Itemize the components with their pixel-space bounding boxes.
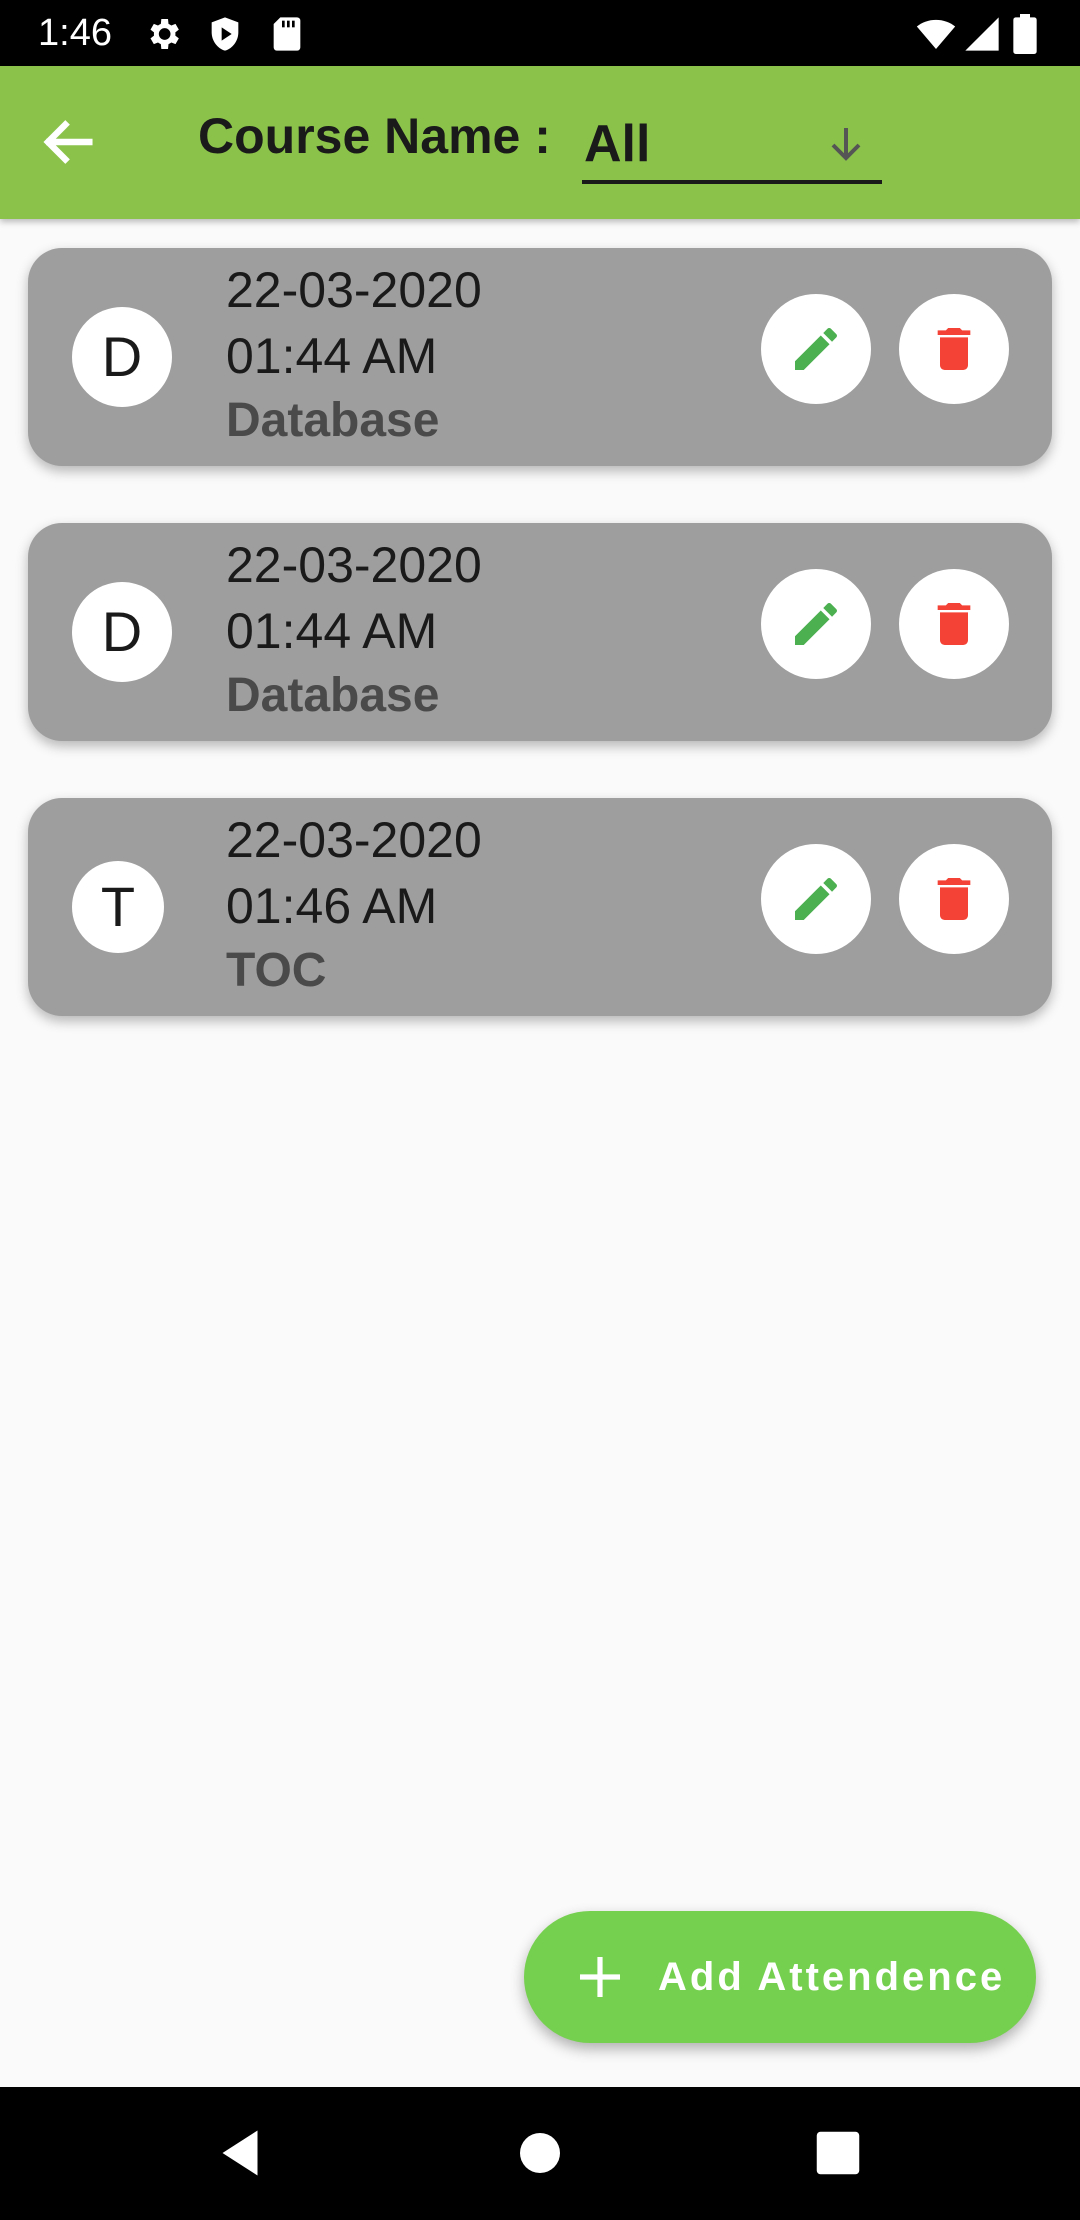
attendance-date: 22-03-2020 — [226, 537, 482, 593]
status-time: 1:46 — [38, 12, 112, 54]
arrow-back-icon[interactable] — [36, 110, 100, 174]
avatar: D — [72, 307, 172, 407]
attendance-list: D 22-03-2020 01:44 AM Database D 22-03-2… — [28, 248, 1052, 1073]
trash-icon — [937, 328, 971, 370]
trash-icon — [937, 603, 971, 645]
attendance-course: Database — [226, 669, 440, 722]
sd-card-icon — [267, 14, 307, 54]
course-dropdown-value: All — [584, 115, 651, 173]
arrow-down-icon — [822, 120, 870, 168]
signal-icon — [962, 14, 1002, 54]
attendance-date: 22-03-2020 — [226, 812, 482, 868]
edit-button[interactable] — [761, 569, 871, 679]
attendance-card[interactable]: D 22-03-2020 01:44 AM Database — [28, 248, 1052, 466]
pencil-icon — [795, 877, 837, 920]
delete-button[interactable] — [899, 569, 1009, 679]
back-nav-icon[interactable] — [210, 2123, 270, 2183]
delete-button[interactable] — [899, 294, 1009, 404]
wifi-icon — [914, 14, 958, 54]
navigation-bar — [0, 2087, 1080, 2220]
status-bar: 1:46 — [0, 0, 1080, 66]
pencil-icon — [795, 327, 837, 370]
course-name-label: Course Name : — [198, 108, 551, 164]
add-attendance-label: Add Attendence — [658, 1955, 1006, 1999]
home-nav-icon[interactable] — [510, 2123, 570, 2183]
attendance-time: 01:44 AM — [226, 603, 438, 659]
attendance-course: TOC — [226, 944, 327, 997]
delete-button[interactable] — [899, 844, 1009, 954]
attendance-card[interactable]: T 22-03-2020 01:46 AM TOC — [28, 798, 1052, 1016]
battery-icon — [1010, 14, 1040, 54]
attendance-time: 01:44 AM — [226, 328, 438, 384]
attendance-time: 01:46 AM — [226, 878, 438, 934]
settings-icon — [143, 14, 183, 54]
avatar: D — [72, 582, 172, 682]
avatar: T — [72, 861, 164, 953]
attendance-date: 22-03-2020 — [226, 262, 482, 318]
course-dropdown[interactable]: All — [582, 106, 882, 184]
edit-button[interactable] — [761, 294, 871, 404]
recents-nav-icon[interactable] — [808, 2123, 868, 2183]
trash-icon — [937, 878, 971, 920]
play-protect-icon — [205, 14, 245, 54]
app-bar: Course Name : All — [0, 66, 1080, 219]
attendance-card[interactable]: D 22-03-2020 01:44 AM Database — [28, 523, 1052, 741]
attendance-course: Database — [226, 394, 440, 447]
plus-icon — [576, 1953, 624, 2001]
pencil-icon — [795, 602, 837, 645]
add-attendance-button[interactable]: Add Attendence — [524, 1911, 1036, 2043]
edit-button[interactable] — [761, 844, 871, 954]
